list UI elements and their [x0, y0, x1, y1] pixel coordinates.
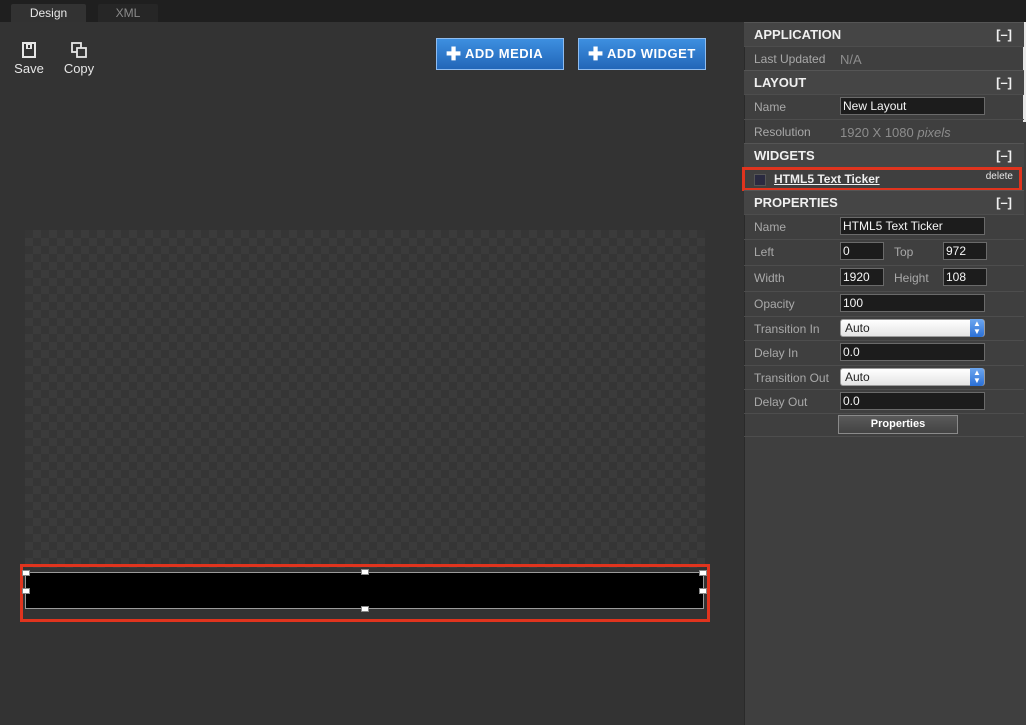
add-widget-button[interactable]: ✚ ADD WIDGET [578, 38, 706, 70]
transition-out-value: Auto [845, 370, 870, 384]
tab-design[interactable]: Design [11, 4, 86, 22]
prop-delay-in-input[interactable]: 0.0 [840, 343, 985, 361]
layout-title: LAYOUT [754, 75, 807, 90]
properties-section-header[interactable]: PROPERTIES [–] [744, 190, 1024, 214]
transition-out-select[interactable]: Auto ▲ ▼ [840, 368, 985, 386]
resolution-value: 1920 X 1080 pixels [840, 120, 951, 145]
prop-height-input[interactable]: 108 [943, 268, 987, 286]
layout-name-label: Name [754, 100, 787, 114]
prop-delay-in-label: Delay In [754, 346, 799, 360]
prop-left-input[interactable]: 0 [840, 242, 884, 260]
resolution-unit: pixels [917, 125, 951, 140]
layout-collapse-button[interactable]: [–] [996, 71, 1012, 94]
resolution-label: Resolution [754, 125, 811, 139]
copy-button[interactable]: Copy [54, 40, 104, 76]
resize-handle-right[interactable] [699, 588, 707, 594]
application-collapse-button[interactable]: [–] [996, 23, 1012, 46]
resize-handle-left[interactable] [22, 588, 30, 594]
prop-transition-out-label: Transition Out [754, 371, 829, 385]
widget-list-item[interactable]: HTML5 Text Ticker delete [742, 167, 1022, 191]
copy-label: Copy [63, 61, 95, 76]
last-updated-value: N/A [840, 52, 862, 67]
copy-icon [71, 42, 87, 58]
transition-in-select[interactable]: Auto ▲ ▼ [840, 319, 985, 337]
plus-icon: ✚ [588, 44, 604, 64]
prop-top-label: Top [894, 245, 914, 259]
last-updated-label: Last Updated [754, 52, 826, 66]
application-section-header[interactable]: APPLICATION [–] [744, 22, 1024, 46]
prop-name-input[interactable]: HTML5 Text Ticker [840, 217, 985, 235]
prop-delay-out-label: Delay Out [754, 395, 808, 409]
prop-transition-in-label: Transition In [754, 322, 820, 336]
save-label: Save [14, 61, 44, 76]
widgets-collapse-button[interactable]: [–] [996, 144, 1012, 167]
resize-handle-bottom[interactable] [361, 606, 369, 612]
prop-width-input[interactable]: 1920 [840, 268, 884, 286]
prop-width-label: Width [754, 271, 785, 285]
prop-delay-out-input[interactable]: 0.0 [840, 392, 985, 410]
ticker-widget-preview[interactable] [22, 569, 707, 612]
properties-collapse-button[interactable]: [–] [996, 191, 1012, 214]
resolution-row: Resolution 1920 X 1080 pixels [744, 119, 1024, 144]
prop-top-input[interactable]: 972 [943, 242, 987, 260]
properties-title: PROPERTIES [754, 195, 838, 210]
select-arrows-icon: ▲ ▼ [970, 368, 984, 386]
add-widget-label: ADD WIDGET [607, 46, 696, 61]
plus-icon: ✚ [446, 44, 462, 64]
layout-name-input[interactable]: New Layout [840, 97, 985, 115]
application-title: APPLICATION [754, 27, 842, 42]
prop-opacity-label: Opacity [754, 297, 795, 311]
select-arrows-icon: ▲ ▼ [970, 319, 984, 337]
prop-left-label: Left [754, 245, 775, 259]
prop-name-label: Name [754, 220, 787, 234]
layout-canvas[interactable] [25, 230, 705, 568]
transition-in-value: Auto [845, 321, 870, 335]
tab-bar: Design XML [0, 0, 1026, 22]
design-area: Save Copy ✚ ADD MEDIA ✚ ADD WIDGET [0, 22, 744, 725]
layout-section-header[interactable]: LAYOUT [–] [744, 70, 1024, 94]
widget-delete-link[interactable]: delete [986, 170, 1013, 184]
resize-handle-top-right[interactable] [699, 570, 707, 576]
add-media-label: ADD MEDIA [465, 46, 544, 61]
save-button[interactable]: Save [4, 40, 54, 76]
save-icon [22, 42, 36, 58]
last-updated-row: Last Updated N/A [744, 46, 1024, 71]
prop-opacity-input[interactable]: 100 [840, 294, 985, 312]
prop-height-label: Height [894, 271, 929, 285]
widget-color-swatch [754, 174, 766, 186]
resolution-dimensions: 1920 X 1080 [840, 125, 914, 140]
widgets-title: WIDGETS [754, 148, 815, 163]
widget-name-link[interactable]: HTML5 Text Ticker [774, 171, 880, 188]
resize-handle-top-left[interactable] [22, 570, 30, 576]
widgets-section-header[interactable]: WIDGETS [–] [744, 143, 1024, 167]
add-media-button[interactable]: ✚ ADD MEDIA [436, 38, 564, 70]
resize-handle-top[interactable] [361, 569, 369, 575]
properties-button[interactable]: Properties [838, 415, 958, 434]
tab-xml[interactable]: XML [98, 4, 158, 22]
